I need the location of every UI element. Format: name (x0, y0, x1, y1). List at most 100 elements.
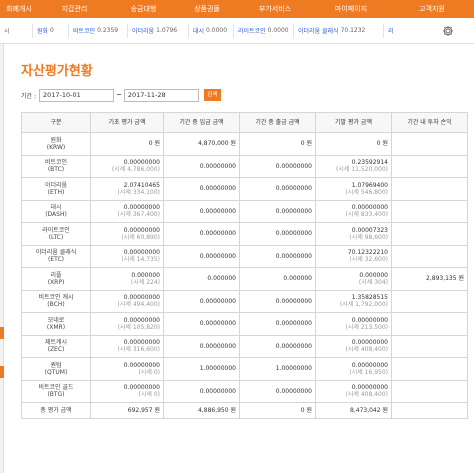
end-value-cell: 0.00000000 (시세 16,950) (315, 357, 392, 381)
column-header: 기말 평가 금액 (315, 112, 392, 133)
ticker-value: 0 (50, 27, 54, 34)
withdraw-cell-value: 0.00000000 (275, 387, 312, 395)
end-value-cell-sub: (시세 408,400) (345, 346, 388, 354)
deposit-cell-value: 0.00000000 (199, 185, 236, 193)
ticker-eth[interactable]: 이더리움 1.0796 (128, 23, 189, 38)
total-deposit-cell-value: 4,886,950 원 (198, 407, 236, 414)
deposit-cell: 0.00000000 (163, 334, 240, 358)
total-end-cell-value: 8,473,042 원 (350, 407, 388, 414)
balance-ticker: 시 원화 0 비트코인 0.2359 이더리움 1.0796 대시 0.0000 라이트… (0, 18, 474, 44)
withdraw-cell: 0.00000000 (239, 379, 316, 403)
end-value-cell-value: 0.00000000 (351, 316, 388, 324)
ticker-xrp[interactable]: 리 (384, 24, 404, 38)
deposit-cell-value: 1.00000000 (199, 365, 236, 373)
period-label: 기간 : (21, 92, 36, 100)
nav-item-services[interactable]: 부가서비스 (238, 0, 312, 18)
nav-item-support[interactable]: 고객지원 (390, 0, 474, 18)
asset-name-cell-value: 퀀텀 (50, 361, 62, 369)
sidebar-marker[interactable] (0, 327, 4, 339)
end-value-cell-value: 0 원 (376, 140, 388, 148)
end-value-cell: 0.000000 (시세 304) (315, 267, 392, 291)
total-withdraw-cell: 0 원 (239, 402, 316, 419)
ticker-ltc[interactable]: 라이트코인 0.0000 (234, 23, 294, 38)
total-pnl-cell (391, 402, 468, 419)
pnl-cell (391, 154, 468, 178)
main-nav: 화폐개시 지갑관리 송금대행 상품권몰 부가서비스 마이페이지 고객지원 (0, 0, 474, 18)
pnl-cell (391, 222, 468, 246)
deposit-cell: 0.00000000 (163, 222, 240, 246)
asset-name-cell-value: 라이트코인 (42, 226, 70, 234)
asset-name-cell-sub: (BTC) (47, 166, 65, 174)
begin-value-cell-sub: (시세 14,735) (121, 256, 160, 264)
nav-item-wallet[interactable]: 지갑관리 (38, 0, 111, 18)
asset-name-cell-sub: (ETC) (48, 256, 64, 264)
begin-value-cell: 0.00000000 (시세 0) (90, 379, 164, 403)
column-header: 기초 평가 금액 (90, 112, 164, 133)
gear-icon[interactable] (442, 25, 454, 37)
begin-value-cell-value: 0.00000000 (123, 316, 160, 324)
deposit-cell-value: 4,870,000 원 (198, 140, 236, 148)
pnl-cell (391, 244, 468, 268)
begin-value-cell-sub: (시세 367,400) (117, 211, 160, 219)
withdraw-cell: 0.00000000 (239, 177, 316, 201)
ticker-name: 원화 (37, 28, 49, 35)
table-row: 대시 (DASH) 0.00000000 (시세 367,400) 0.00000000… (21, 199, 468, 223)
asset-name-cell-value: 모네로 (47, 316, 65, 324)
ticker-value: 70.1232 (340, 27, 366, 34)
deposit-cell: 1.00000000 (163, 357, 240, 381)
end-value-cell-sub: (시세 833,400) (345, 211, 388, 219)
ticker-name: 이더리움 (132, 28, 155, 35)
asset-name-cell: 퀀텀 (QTUM) (21, 357, 91, 381)
nav-item-exchange[interactable]: 화폐개시 (0, 0, 38, 18)
begin-value-cell: 0.00000000 (시세 4,786,000) (90, 154, 164, 178)
total-deposit-cell: 4,886,950 원 (163, 402, 240, 419)
table-row: 리플 (XRP) 0.000000 (시세 224) 0.000000 0.000000 0… (21, 267, 468, 291)
table-header: 구분 기초 평가 금액 기간 중 입금 금액 기간 중 출금 금액 기말 평가 금액 기간… (21, 112, 468, 133)
pnl-cell (391, 312, 468, 336)
ticker-dash[interactable]: 대시 0.0000 (189, 23, 234, 38)
nav-item-mypage[interactable]: 마이페이지 (312, 0, 390, 18)
begin-value-cell-sub: (시세 316,600) (117, 346, 160, 354)
begin-value-cell-sub: (시세 334,100) (117, 188, 160, 196)
sidebar-marker[interactable] (0, 366, 4, 378)
asset-name-cell-value: 비트코인 (44, 159, 68, 167)
end-value-cell: 0.00007323 (시세 98,600) (315, 222, 392, 246)
begin-value-cell-value: 2.07410465 (123, 181, 160, 189)
asset-name-cell-sub: (DASH) (45, 211, 67, 219)
total-begin-cell-value: 692,957 원 (127, 407, 160, 414)
begin-value-cell-sub: (시세 224) (130, 278, 160, 286)
table-row: 이더리움 클래식 (ETC) 0.00000000 (시세 14,735) 0.0000… (21, 244, 468, 268)
begin-value-cell: 0.00000000 (시세 316,600) (90, 334, 164, 358)
table-row: 이더리움 (ETH) 2.07410465 (시세 334,100) 0.0000000… (21, 177, 468, 201)
asset-name-cell: 리플 (XRP) (21, 267, 91, 291)
withdraw-cell-value: 0.00000000 (275, 162, 312, 170)
search-button[interactable]: 검색 (203, 89, 221, 101)
left-sidebar (0, 44, 4, 473)
start-date-input[interactable]: 2017-10-01 (38, 88, 114, 102)
asset-name-cell-sub: (ZEC) (47, 346, 65, 354)
begin-value-cell: 0.00000000 (시세 105,820) (90, 312, 164, 336)
begin-value-cell: 0.00000000 (시세 14,735) (90, 244, 164, 268)
page-title: 자산평가현황 (21, 64, 93, 79)
deposit-cell: 0.00000000 (163, 312, 240, 336)
nav-item-giftcard[interactable]: 상품권몰 (176, 0, 238, 18)
nav-item-remittance[interactable]: 송금대행 (111, 0, 176, 18)
asset-name-cell-sub: (XRP) (47, 278, 65, 286)
begin-value-cell-sub: (시세 4,786,000) (111, 166, 160, 174)
end-date-input[interactable]: 2017-11-28 (123, 88, 199, 102)
ticker-etc[interactable]: 이더리움 클래식 70.1232 (294, 23, 384, 38)
table-row: 비트코인 골드 (BTG) 0.00000000 (시세 0) 0.00000000 0.… (21, 379, 468, 403)
end-value-cell: 1.35828515 (시세 1,792,000) (315, 289, 392, 313)
asset-name-cell: 라이트코인 (LTC) (21, 222, 91, 246)
end-value-cell-value: 0.00007323 (351, 226, 388, 234)
ticker-btc[interactable]: 비트코인 0.2359 (69, 23, 128, 38)
ticker-krw[interactable]: 원화 0 (33, 23, 69, 38)
table-row: 비트코인 캐시 (BCH) 0.00000000 (시세 494,400) 0.0000… (21, 289, 468, 313)
begin-value-cell: 2.07410465 (시세 334,100) (90, 177, 164, 201)
pnl-cell (391, 199, 468, 223)
end-value-cell-sub: (시세 1,792,000) (339, 301, 388, 309)
pnl-cell (391, 357, 468, 381)
asset-name-cell-value: 비트코인 캐시 (38, 294, 74, 302)
end-value-cell-sub: (시세 304) (358, 278, 388, 286)
end-value-cell-sub: (시세 11,520,000) (336, 166, 388, 174)
